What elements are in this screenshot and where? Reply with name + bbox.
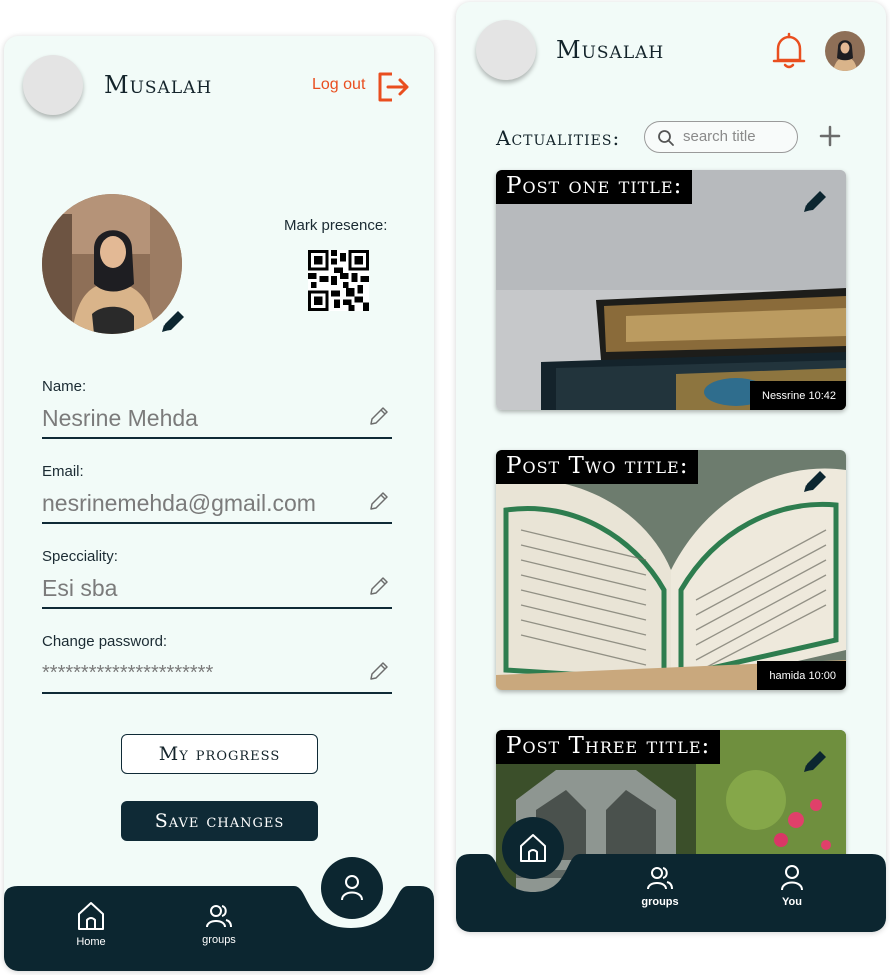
name-value[interactable]: Nesrine Mehda <box>42 405 198 431</box>
post-title: Post Two title: <box>496 450 699 484</box>
password-field[interactable]: Change password: ********************** <box>42 633 392 694</box>
logout-icon[interactable] <box>376 71 412 103</box>
post-image <box>496 450 846 690</box>
my-progress-button[interactable]: My progress <box>121 734 318 774</box>
actualities-title: Actualities: <box>496 126 621 150</box>
name-label: Name: <box>42 378 87 395</box>
nav-groups-label: groups <box>641 896 679 908</box>
email-value[interactable]: nesrinemehda@gmail.com <box>42 490 316 516</box>
search-icon <box>658 130 674 146</box>
nav-home[interactable]: Home <box>66 900 116 948</box>
app-logo <box>476 20 536 80</box>
nav-you-label: You <box>782 896 802 908</box>
speciality-field[interactable]: Specciality: Esi sba <box>42 548 392 609</box>
app-title: Musalah <box>104 71 213 99</box>
pencil-outline-icon[interactable] <box>368 575 390 597</box>
feed-screen: Musalah Actualities: search title Post o… <box>456 2 886 932</box>
profile-screen: Musalah Log out Mark presence: Name: Nes… <box>4 36 434 971</box>
save-changes-button[interactable]: Save changes <box>121 801 318 841</box>
qr-code-icon[interactable] <box>308 250 369 311</box>
pencil-outline-icon[interactable] <box>368 660 390 682</box>
pencil-outline-icon[interactable] <box>368 405 390 427</box>
password-label: Change password: <box>42 633 168 650</box>
edit-pencil-icon[interactable] <box>158 306 188 336</box>
post-image <box>496 170 846 410</box>
email-field[interactable]: Email: nesrinemehda@gmail.com <box>42 463 392 524</box>
nav-home-label: Home <box>76 936 106 948</box>
app-title: Musalah <box>556 36 665 64</box>
speciality-value[interactable]: Esi sba <box>42 575 117 601</box>
user-icon <box>781 865 803 891</box>
email-label: Email: <box>42 463 84 480</box>
user-avatar[interactable] <box>825 31 865 71</box>
post-title: Post one title: <box>496 170 693 204</box>
post-meta: Nessrine 10:42 <box>750 381 846 410</box>
search-box[interactable] <box>644 121 798 153</box>
post-card[interactable]: Post Two title: hamida 10:00 <box>496 450 846 690</box>
groups-icon <box>206 905 232 928</box>
mark-presence-label: Mark presence: <box>284 217 388 234</box>
edit-pencil-icon[interactable] <box>800 466 830 496</box>
name-field[interactable]: Name: Nesrine Mehda <box>42 378 392 439</box>
home-icon <box>78 902 104 930</box>
user-icon <box>341 875 363 901</box>
edit-pencil-icon[interactable] <box>800 746 830 776</box>
bell-icon[interactable] <box>772 32 806 70</box>
logout-link[interactable]: Log out <box>312 76 365 94</box>
post-meta: hamida 10:00 <box>757 661 846 690</box>
post-title: Post Three title: <box>496 730 721 764</box>
password-value[interactable]: ********************** <box>42 662 213 684</box>
nav-groups-label: groups <box>202 934 236 946</box>
home-icon <box>520 834 546 862</box>
nav-groups[interactable]: groups <box>636 864 684 908</box>
search-input[interactable] <box>683 128 791 145</box>
speciality-label: Specciality: <box>42 548 118 565</box>
nav-profile-button[interactable] <box>321 857 383 919</box>
nav-home-button[interactable] <box>502 817 564 879</box>
nav-groups[interactable]: groups <box>194 902 244 946</box>
app-logo <box>23 55 83 115</box>
nav-you[interactable]: You <box>772 864 812 908</box>
plus-icon[interactable] <box>818 124 842 148</box>
edit-pencil-icon[interactable] <box>800 186 830 216</box>
pencil-outline-icon[interactable] <box>368 490 390 512</box>
post-card[interactable]: Post one title: Nessrine 10:42 <box>496 170 846 410</box>
groups-icon <box>647 867 673 890</box>
